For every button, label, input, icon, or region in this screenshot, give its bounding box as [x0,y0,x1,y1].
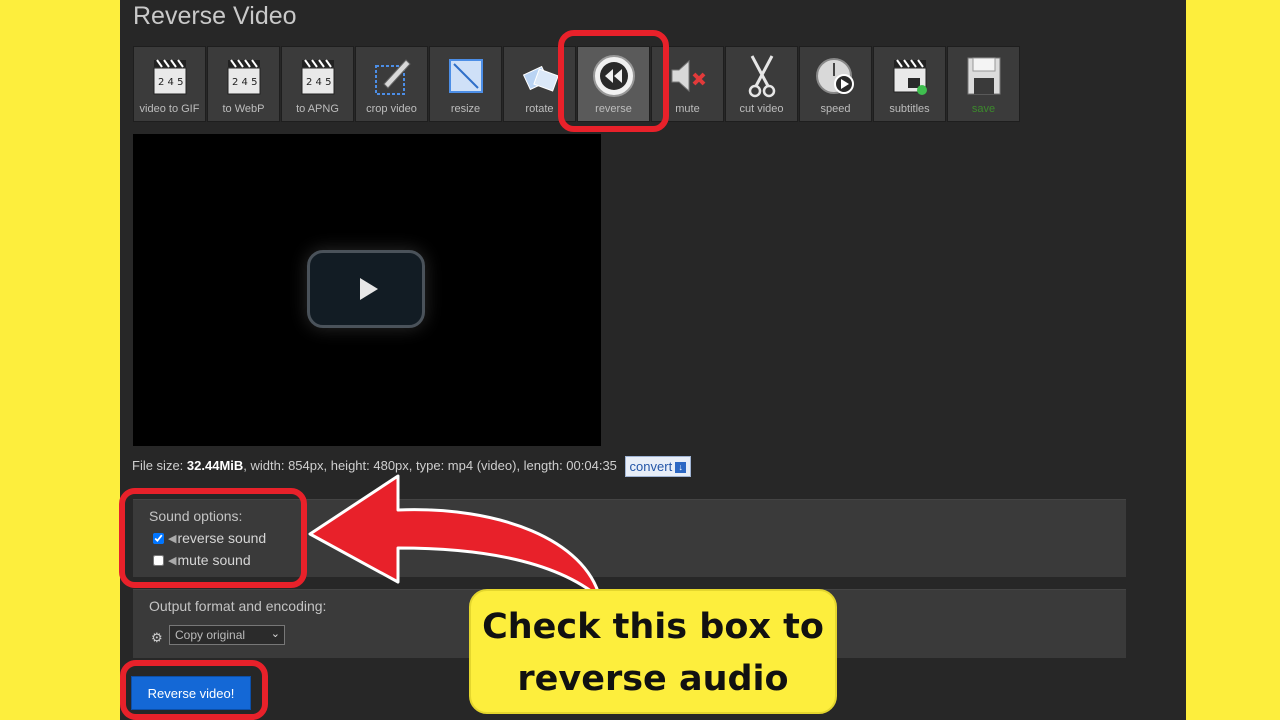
callout-line-1: Check this box to [482,607,824,647]
callout-box: Check this box to reverse audio [469,589,837,714]
callout-line-2: reverse audio [517,659,789,699]
